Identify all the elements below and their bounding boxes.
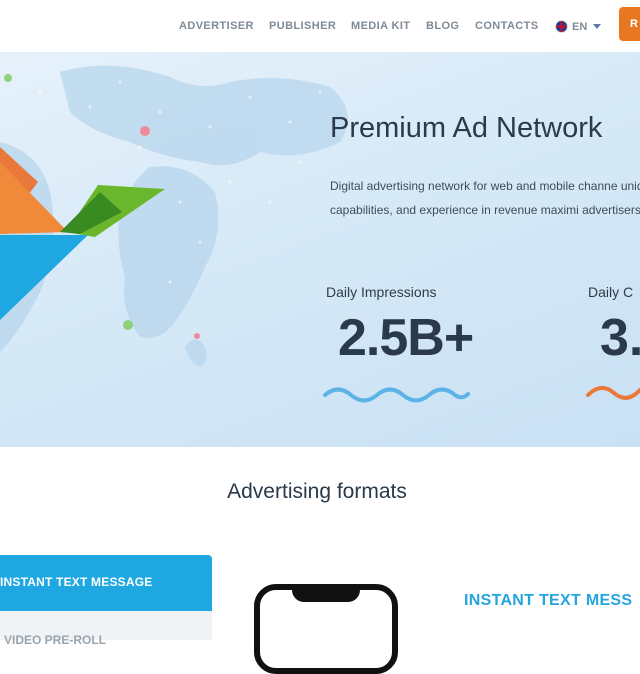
section-title: Advertising formats: [0, 480, 640, 504]
register-button[interactable]: R: [619, 7, 640, 41]
nav-advertiser-link[interactable]: ADVERTISER: [179, 20, 254, 32]
format-heading: INSTANT TEXT MESS: [464, 592, 633, 609]
nav-blog-link[interactable]: BLOG: [426, 20, 459, 32]
stat-value-impressions: 2.5B+: [338, 309, 474, 367]
section-title-text: Advertising formats: [227, 480, 407, 503]
map-marker: [140, 126, 150, 136]
hero-description: Digital advertising network for web and …: [330, 179, 640, 217]
stat-wave-decoration: [323, 387, 470, 403]
stat-label-impressions: Daily Impressions: [326, 284, 437, 300]
hero-section: Premium Ad Network Digital advertising n…: [0, 52, 640, 447]
language-selector[interactable]: EN: [555, 20, 602, 33]
hero-title: Premium Ad Network: [330, 112, 603, 144]
nav-media-kit-link[interactable]: MEDIA KIT: [351, 20, 410, 32]
format-tab-label: VIDEO PRE-ROLL: [4, 633, 107, 647]
map-marker: [194, 333, 200, 339]
format-tab-video-preroll[interactable]: VIDEO PRE-ROLL: [0, 611, 212, 647]
nav-publisher-link[interactable]: PUBLISHER: [269, 20, 336, 32]
phone-notch: [292, 584, 360, 602]
uk-flag-icon: [555, 20, 568, 33]
format-tab-label: INSTANT TEXT MESSAGE: [0, 575, 153, 589]
stat-label-second: Daily C: [588, 284, 634, 300]
format-tab-instant-text[interactable]: INSTANT TEXT MESSAGE: [0, 555, 212, 611]
top-navigation-bar: ADVERTISER PUBLISHER MEDIA KIT BLOG CONT…: [0, 0, 640, 52]
chevron-down-icon: [593, 24, 602, 29]
logo-shape-blue: [0, 235, 88, 320]
stat-value-second: 3.: [600, 309, 640, 367]
map-marker: [4, 74, 12, 82]
language-label: EN: [572, 20, 588, 33]
nav-contacts-link[interactable]: CONTACTS: [475, 20, 539, 32]
map-marker: [123, 320, 133, 330]
stat-wave-decoration: [586, 386, 640, 400]
